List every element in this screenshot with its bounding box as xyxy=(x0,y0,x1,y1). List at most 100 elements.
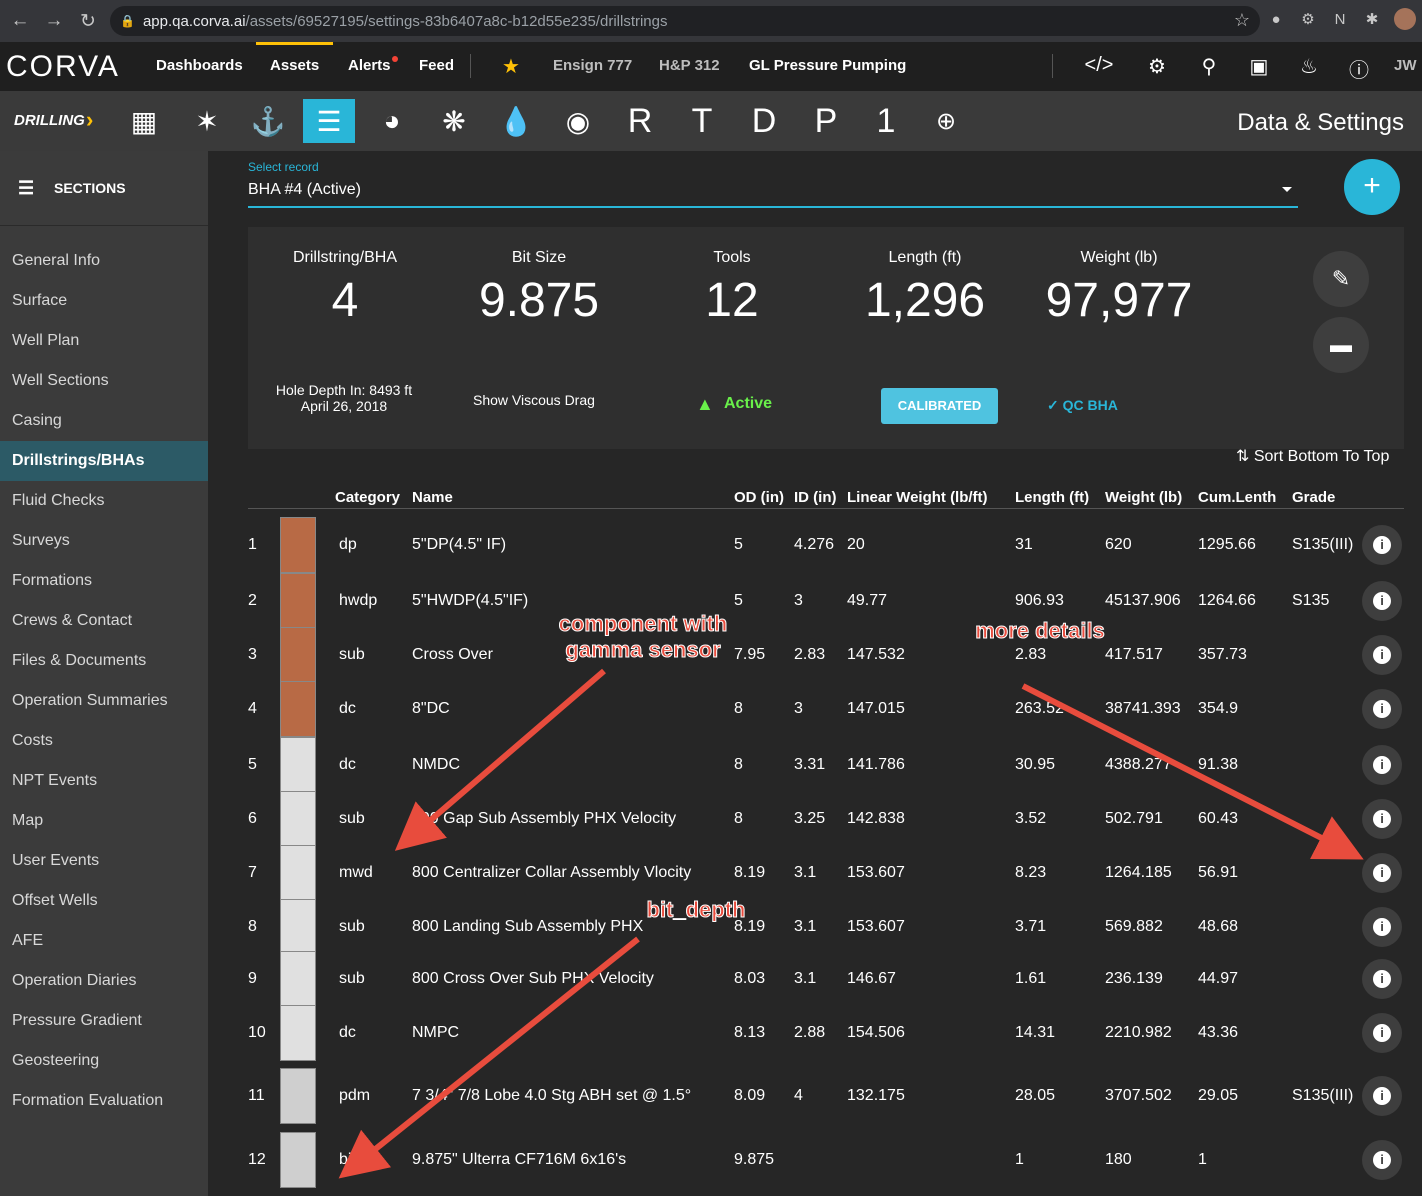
col-name[interactable]: Name xyxy=(412,489,453,506)
app-1[interactable]: 1 xyxy=(860,99,912,143)
calibrated-button[interactable]: CALIBRATED xyxy=(881,388,998,424)
col-od[interactable]: OD (in) xyxy=(734,489,784,506)
chat-icon[interactable]: ▣ xyxy=(1246,54,1272,79)
col-cum-length[interactable]: Cum.Lenth xyxy=(1198,489,1276,506)
favorite-ensign[interactable]: Ensign 777 xyxy=(553,57,632,74)
compass-icon[interactable]: ❋ xyxy=(428,99,480,143)
sidebar-item[interactable]: Crews & Contact xyxy=(0,601,208,641)
cell-n: 5 xyxy=(248,756,257,773)
col-linear-weight[interactable]: Linear Weight (lb/ft) xyxy=(847,489,988,506)
info-button[interactable]: i xyxy=(1362,959,1402,999)
sidebar-item[interactable]: Pressure Gradient xyxy=(0,1001,208,1041)
col-weight[interactable]: Weight (lb) xyxy=(1105,489,1182,506)
sidebar-item[interactable]: Operation Diaries xyxy=(0,961,208,1001)
sidebar-item[interactable]: NPT Events xyxy=(0,761,208,801)
gauge-icon[interactable]: ◕ xyxy=(366,99,418,143)
sidebar-item[interactable]: Map xyxy=(0,801,208,841)
app-r[interactable]: R xyxy=(614,99,666,143)
sidebar-item[interactable]: Offset Wells xyxy=(0,881,208,921)
back-icon[interactable]: ← xyxy=(6,7,34,35)
record-select[interactable]: BHA #4 (Active) xyxy=(248,181,1298,208)
viscous-drag-toggle[interactable]: Show Viscous Drag xyxy=(473,392,595,408)
sidebar-item[interactable]: Costs xyxy=(0,721,208,761)
sidebar-item[interactable]: Surveys xyxy=(0,521,208,561)
user-initials[interactable]: JW xyxy=(1394,57,1417,74)
add-record-button[interactable]: + xyxy=(1344,159,1400,215)
add-app-icon[interactable]: ⊕ xyxy=(920,99,972,143)
wellhead-icon[interactable]: ⚓ xyxy=(242,99,294,143)
code-icon[interactable]: </> xyxy=(1084,54,1114,77)
sidebar-item[interactable]: Drillstrings/BHAs xyxy=(0,441,208,481)
app-d[interactable]: D xyxy=(738,99,790,143)
edit-button[interactable]: ✎ xyxy=(1313,251,1369,307)
chevron-right-icon[interactable]: › xyxy=(86,107,93,133)
gear-icon[interactable]: ⚙ xyxy=(1144,54,1170,79)
address-bar[interactable]: 🔒 app.qa.corva.ai /assets/69527195/setti… xyxy=(110,6,1260,36)
nav-alerts[interactable]: Alerts xyxy=(348,57,391,74)
info-button[interactable]: i xyxy=(1362,525,1402,565)
bookmark-star-icon[interactable]: ☆ xyxy=(1234,10,1250,31)
sidebar-item[interactable]: Files & Documents xyxy=(0,641,208,681)
sidebar-item[interactable]: Well Plan xyxy=(0,321,208,361)
info-icon: i xyxy=(1373,1151,1391,1169)
sidebar-item[interactable]: User Events xyxy=(0,841,208,881)
info-button[interactable]: i xyxy=(1362,907,1402,947)
info-button[interactable]: i xyxy=(1362,745,1402,785)
sidebar-item[interactable]: Fluid Checks xyxy=(0,481,208,521)
corva-logo[interactable]: CORVA xyxy=(6,50,120,84)
help-icon[interactable]: ⓘ xyxy=(1346,54,1372,83)
info-button[interactable]: i xyxy=(1362,635,1402,675)
profile-avatar[interactable] xyxy=(1394,8,1416,30)
target-icon[interactable]: ◉ xyxy=(552,99,604,143)
reload-icon[interactable]: ↻ xyxy=(74,7,102,35)
sidebar-item[interactable]: Formations xyxy=(0,561,208,601)
nav-feed[interactable]: Feed xyxy=(419,57,454,74)
info-button[interactable]: i xyxy=(1362,581,1402,621)
segment-label[interactable]: DRILLING xyxy=(14,112,85,129)
divider xyxy=(470,54,471,78)
rig-icon[interactable]: ✶ xyxy=(181,99,233,143)
sidebar-item[interactable]: Surface xyxy=(0,281,208,321)
qc-bha-button[interactable]: ✓ QC BHA xyxy=(1047,397,1118,414)
sidebar-item[interactable]: Well Sections xyxy=(0,361,208,401)
puzzle-icon[interactable]: ✱ xyxy=(1362,9,1382,29)
caret-down-icon[interactable] xyxy=(1282,187,1292,192)
search-icon[interactable]: ⚲ xyxy=(1196,54,1222,79)
bell-icon[interactable]: ♨ xyxy=(1296,54,1322,79)
info-button[interactable]: i xyxy=(1362,1013,1402,1053)
app-p[interactable]: P xyxy=(800,99,852,143)
sidebar-item[interactable]: Formation Evaluation xyxy=(0,1081,208,1121)
info-button[interactable]: i xyxy=(1362,1076,1402,1116)
sidebar-item[interactable]: AFE xyxy=(0,921,208,961)
extension-icon[interactable]: ⚙ xyxy=(1298,9,1318,29)
info-button[interactable]: i xyxy=(1362,689,1402,729)
sidebar-item[interactable]: Operation Summaries xyxy=(0,681,208,721)
sidebar-item[interactable]: Casing xyxy=(0,401,208,441)
nav-assets[interactable]: Assets xyxy=(270,57,319,74)
sidebar-item[interactable]: Geosteering xyxy=(0,1041,208,1081)
info-button[interactable]: i xyxy=(1362,799,1402,839)
info-button[interactable]: i xyxy=(1362,1140,1402,1180)
menu-icon[interactable]: ☰ xyxy=(18,178,38,199)
notion-icon[interactable]: N xyxy=(1330,9,1350,29)
sidebar-item[interactable]: General Info xyxy=(0,241,208,281)
col-id[interactable]: ID (in) xyxy=(794,489,837,506)
nav-dashboards[interactable]: Dashboards xyxy=(156,57,243,74)
data-settings-icon[interactable]: ☰ xyxy=(303,99,355,143)
delete-button[interactable]: ▬ xyxy=(1313,317,1369,373)
favorite-hp[interactable]: H&P 312 xyxy=(659,57,720,74)
info-button[interactable]: i xyxy=(1362,853,1402,893)
drop-icon[interactable]: 💧 xyxy=(490,99,542,143)
app-t[interactable]: T xyxy=(676,99,728,143)
sections-header[interactable]: ☰ SECTIONS xyxy=(0,151,208,226)
sort-button[interactable]: ⇅ Sort Bottom To Top xyxy=(1236,446,1389,466)
favorite-gl[interactable]: GL Pressure Pumping xyxy=(749,57,906,74)
extension-icon[interactable]: ● xyxy=(1266,9,1286,29)
col-grade[interactable]: Grade xyxy=(1292,489,1335,506)
star-icon[interactable]: ★ xyxy=(498,54,524,79)
forward-icon[interactable]: → xyxy=(40,7,68,35)
cell-n: 8 xyxy=(248,918,257,935)
col-category[interactable]: Category xyxy=(335,489,400,506)
col-length[interactable]: Length (ft) xyxy=(1015,489,1089,506)
apps-grid-icon[interactable]: ▦ xyxy=(118,99,170,143)
